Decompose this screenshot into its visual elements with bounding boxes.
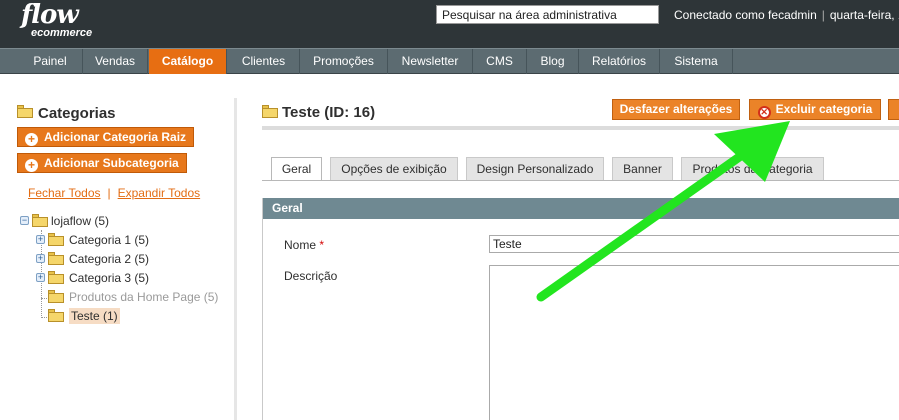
name-label-text: Nome (284, 238, 317, 252)
links-separator: | (107, 186, 111, 200)
folder-icon (48, 252, 64, 265)
nav-item-catalogo[interactable]: Catálogo (149, 49, 227, 74)
expand-node-icon[interactable]: + (36, 273, 45, 282)
nav-item-vendas[interactable]: Vendas (83, 49, 148, 74)
tree-node-label[interactable]: Teste (1) (69, 308, 120, 324)
logo-main-text: flow (21, 0, 79, 30)
current-date-text: quarta-feira, 1 d (829, 8, 899, 22)
add-subcategory-label: Adicionar Subcategoria (44, 156, 179, 170)
tree-node-label[interactable]: Produtos da Home Page (5) (69, 289, 218, 305)
folder-icon (48, 233, 64, 246)
add-root-category-button[interactable]: + Adicionar Categoria Raiz (17, 127, 194, 147)
session-info: Conectado como fecadmin | quarta-feira, 1 … (674, 8, 899, 22)
page-title: Teste (ID: 16) (282, 104, 376, 121)
plus-circle-icon: + (25, 133, 38, 146)
tree-connector (41, 317, 47, 318)
description-field-label: Descrição (284, 269, 338, 283)
tab-produtos-categoria[interactable]: Produtos da Categoria (681, 157, 824, 180)
plus-circle-icon: + (25, 159, 38, 172)
tree-connector (41, 298, 47, 299)
close-circle-icon: ✕ (757, 106, 771, 119)
section-header: Geral (263, 198, 899, 219)
name-input[interactable] (489, 235, 899, 253)
save-category-button-partial[interactable] (888, 99, 899, 120)
tree-toggle-links: Fechar Todos | Expandir Todos (28, 186, 200, 200)
tabs-baseline (262, 180, 899, 181)
tree-node-label[interactable]: Categoria 3 (5) (69, 270, 149, 286)
nav-item-cms[interactable]: CMS (473, 49, 527, 74)
tree-node-label[interactable]: Categoria 1 (5) (69, 232, 149, 248)
logo-sub-text: ecommerce (31, 27, 93, 39)
tree-node-label[interactable]: lojaflow (5) (51, 213, 109, 229)
nav-item-relatorios[interactable]: Relatórios (579, 49, 660, 74)
column-divider (234, 98, 237, 420)
nav-item-sistema[interactable]: Sistema (660, 49, 733, 74)
expand-node-icon[interactable]: + (36, 235, 45, 244)
expand-all-link[interactable]: Expandir Todos (118, 186, 201, 200)
main-navigation: Painel Vendas Catálogo Clientes Promoçõe… (0, 48, 899, 74)
title-separator (262, 126, 899, 130)
folder-search-icon (48, 290, 64, 303)
description-textarea[interactable] (489, 265, 899, 420)
name-field-label: Nome * (284, 238, 324, 252)
folder-open-icon (32, 214, 48, 227)
global-search-input[interactable] (436, 5, 659, 24)
folder-search-icon (48, 309, 64, 322)
nav-item-clientes[interactable]: Clientes (228, 49, 300, 74)
logo[interactable]: flow ecommerce (21, 0, 92, 39)
nav-item-blog[interactable]: Blog (527, 49, 579, 74)
tree-node-label[interactable]: Categoria 2 (5) (69, 251, 149, 267)
session-separator: | (821, 8, 825, 22)
add-subcategory-button[interactable]: + Adicionar Subcategoria (17, 153, 187, 173)
nav-item-painel[interactable]: Painel (18, 49, 83, 74)
general-panel: Geral Nome * Descrição (262, 198, 899, 420)
folder-icon (48, 271, 64, 284)
nav-item-newsletter[interactable]: Newsletter (388, 49, 473, 74)
categories-folder-icon (17, 105, 33, 118)
admin-header: flow ecommerce Conectado como fecadmin | q… (0, 0, 899, 48)
tab-geral[interactable]: Geral (271, 157, 322, 181)
delete-category-button[interactable]: ✕ Excluir categoria (749, 99, 881, 120)
add-root-category-label: Adicionar Categoria Raiz (44, 130, 187, 144)
nav-item-promocoes[interactable]: Promoções (300, 49, 388, 74)
required-mark: * (319, 238, 325, 252)
collapse-all-link[interactable]: Fechar Todos (28, 186, 101, 200)
tab-design-personalizado[interactable]: Design Personalizado (466, 157, 604, 180)
expand-node-icon[interactable]: + (36, 254, 45, 263)
category-folder-icon (262, 105, 278, 118)
tab-opcoes-exibicao[interactable]: Opções de exibição (330, 157, 458, 180)
delete-category-label: Excluir categoria (775, 102, 873, 116)
categories-title: Categorias (38, 105, 116, 122)
logged-user-text: Conectado como fecadmin (674, 8, 817, 22)
tab-banner[interactable]: Banner (612, 157, 673, 180)
reset-changes-button[interactable]: Desfazer alterações (612, 99, 740, 120)
collapse-node-icon[interactable]: − (20, 216, 29, 225)
